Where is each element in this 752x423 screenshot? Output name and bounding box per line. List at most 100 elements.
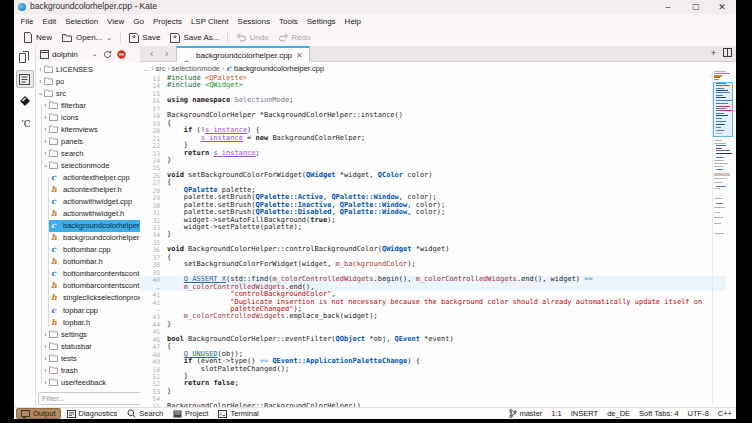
chevron-collapsed-icon[interactable]: ›	[42, 126, 49, 133]
menu-settings[interactable]: Settings	[302, 14, 340, 29]
nav-forward-button[interactable]: ›	[165, 46, 168, 61]
line-number: 16	[140, 97, 160, 104]
open-dropdown-icon[interactable]: ⌄	[106, 34, 112, 42]
chevron-collapsed-icon[interactable]: ›	[42, 379, 49, 386]
chevron-collapsed-icon[interactable]: ›	[42, 114, 49, 121]
status-insert[interactable]: INSERT	[571, 409, 598, 418]
new-tab-icon[interactable]: +	[711, 48, 716, 58]
menu-help[interactable]: Help	[340, 14, 365, 29]
menu-selection[interactable]: Selection	[61, 14, 103, 29]
tree-item-src[interactable]: ⌄src	[36, 87, 153, 99]
breadcrumb-file[interactable]: backgroundcolorhelper.cpp	[234, 64, 324, 73]
new-button[interactable]: New	[18, 30, 57, 45]
tab-backgroundcolorhelper[interactable]: c backgroundcolorhelper.cpp ✕	[176, 46, 310, 62]
tree-item-topbar-cpp[interactable]: ctopbar.cpp	[36, 304, 153, 316]
chevron-expanded-icon[interactable]: ⌄	[37, 89, 44, 97]
menu-lsp-client[interactable]: LSP Client	[186, 14, 233, 29]
minimap-scrollbar[interactable]	[712, 70, 734, 405]
menu-sessions[interactable]: Sessions	[233, 14, 274, 29]
breadcrumb-src[interactable]: src	[155, 64, 165, 73]
chevron-collapsed-icon[interactable]: ›	[42, 343, 49, 350]
project-dropdown-icon[interactable]: ⌄	[92, 50, 98, 58]
tree-item-topbar-h[interactable]: htopbar.h	[36, 316, 153, 328]
tree-item-bottombarcontentscont-[interactable]: hbottombarcontentscont...	[36, 280, 153, 292]
tree-item-bottombar-h[interactable]: hbottombar.h	[36, 256, 153, 268]
chevron-collapsed-icon[interactable]: ›	[37, 78, 44, 85]
menu-edit[interactable]: Edit	[38, 14, 61, 29]
tree-item-actiontexthelper-h[interactable]: hactiontexthelper.h	[36, 184, 153, 196]
tree-item-singleclickselectionproxy-[interactable]: hsingleclickselectionproxy...	[36, 292, 153, 304]
status-soft-tabs-4[interactable]: Soft Tabs: 4	[639, 409, 678, 418]
filter-input[interactable]: Filter...	[38, 392, 150, 405]
status-de-de[interactable]: de_DE	[607, 409, 630, 418]
toolview-diagnostics-button[interactable]: Diagnostics	[63, 408, 122, 419]
tree-item-backgroundcolorhelper-c-[interactable]: cbackgroundcolorhelper.c...	[36, 220, 153, 232]
tree-item-actionwithwidget-h[interactable]: hactionwithwidget.h	[36, 208, 153, 220]
symbols-icon[interactable]: ’C	[16, 114, 34, 132]
status-1-1[interactable]: 1:1	[551, 409, 561, 418]
chevron-collapsed-icon[interactable]: ›	[42, 331, 49, 338]
nav-back-button[interactable]: ‹	[150, 46, 153, 61]
tree-item-bottombar-cpp[interactable]: cbottombar.cpp	[36, 244, 153, 256]
menu-file[interactable]: File	[16, 14, 38, 29]
breadcrumb-overflow[interactable]: ...	[143, 64, 149, 73]
save-as-button[interactable]: Save As...	[165, 30, 224, 45]
toolview-project-button[interactable]: Project	[169, 408, 212, 419]
status-c++[interactable]: C++	[718, 409, 732, 418]
toolview-output-button[interactable]: Output	[16, 408, 61, 419]
split-view-icon[interactable]	[723, 48, 732, 57]
tree-item-settings[interactable]: ›settings	[36, 328, 153, 340]
tree-item-userfeedback[interactable]: ›userfeedback	[36, 376, 153, 388]
open-button[interactable]: Open...⌄	[57, 30, 117, 45]
menu-tools[interactable]: Tools	[275, 14, 303, 29]
status-utf-8[interactable]: UTF-8	[688, 409, 709, 418]
tree-item-backgroundcolorhelper-h[interactable]: hbackgroundcolorhelper.h	[36, 232, 153, 244]
toolview-search-button[interactable]: Search	[123, 408, 167, 419]
chevron-collapsed-icon[interactable]: ›	[42, 367, 49, 374]
tree-item-filterbar[interactable]: ›filterbar	[36, 99, 153, 111]
tree-item-selectionmode[interactable]: ⌄selectionmode	[36, 159, 153, 171]
tree-item-actiontexthelper-cpp[interactable]: cactiontexthelper.cpp	[36, 171, 153, 183]
tree-item-licenses[interactable]: ›LICENSES	[36, 63, 153, 75]
tree-item-panels[interactable]: ›panels	[36, 135, 153, 147]
tree-item-search[interactable]: ›search	[36, 147, 153, 159]
tree-item-kitemviews[interactable]: ›kitemviews	[36, 123, 153, 135]
save-button[interactable]: Save	[124, 30, 165, 45]
chevron-expanded-icon[interactable]: ⌄	[42, 161, 49, 169]
code-area[interactable]: 13#include <QPalette>14#include <QWidget…	[140, 75, 736, 407]
close-button[interactable]: ✕	[710, 0, 734, 14]
project-panel-icon[interactable]	[16, 70, 34, 88]
tree-item-bottombarcontentscont-[interactable]: cbottombarcontentscont...	[36, 268, 153, 280]
tree-item-trash[interactable]: ›trash	[36, 364, 153, 376]
minimize-button[interactable]: –	[656, 0, 680, 14]
project-name[interactable]: dolphin	[52, 50, 78, 59]
maximize-button[interactable]: ▢	[684, 0, 708, 14]
tab-close-icon[interactable]: ✕	[296, 51, 303, 60]
breadcrumb-selectionmode[interactable]: selectionmode	[172, 64, 220, 73]
folder-icon	[49, 113, 58, 122]
stop-icon[interactable]	[117, 50, 126, 59]
tree-item-po[interactable]: ›po	[36, 75, 153, 87]
tree-item-icons[interactable]: ›icons	[36, 111, 153, 123]
undo-button[interactable]: Undo	[231, 30, 273, 45]
line-number: 19	[140, 120, 160, 127]
chevron-collapsed-icon[interactable]: ›	[42, 138, 49, 145]
status-master[interactable]: master	[509, 409, 542, 418]
tree-item-tests[interactable]: ›tests	[36, 352, 153, 364]
chevron-collapsed-icon[interactable]: ›	[42, 102, 49, 109]
refresh-icon[interactable]	[103, 50, 112, 59]
tree-item-actionwithwidget-cpp[interactable]: cactionwithwidget.cpp	[36, 196, 153, 208]
tree-item-statusbar[interactable]: ›statusbar	[36, 340, 153, 352]
minimap-viewport[interactable]	[713, 82, 733, 137]
redo-button[interactable]: Redo	[274, 30, 316, 45]
menu-projects[interactable]: Projects	[148, 14, 186, 29]
chevron-collapsed-icon[interactable]: ›	[37, 66, 44, 73]
menu-go[interactable]: Go	[129, 14, 149, 29]
documents-icon[interactable]	[16, 48, 34, 66]
kate-icon[interactable]	[16, 92, 34, 110]
toolview-terminal-button[interactable]: Terminal	[214, 408, 262, 419]
menu-view[interactable]: View	[103, 14, 129, 29]
chevron-collapsed-icon[interactable]: ›	[42, 150, 49, 157]
chevron-collapsed-icon[interactable]: ›	[42, 355, 49, 362]
line-number: 54	[140, 395, 160, 402]
